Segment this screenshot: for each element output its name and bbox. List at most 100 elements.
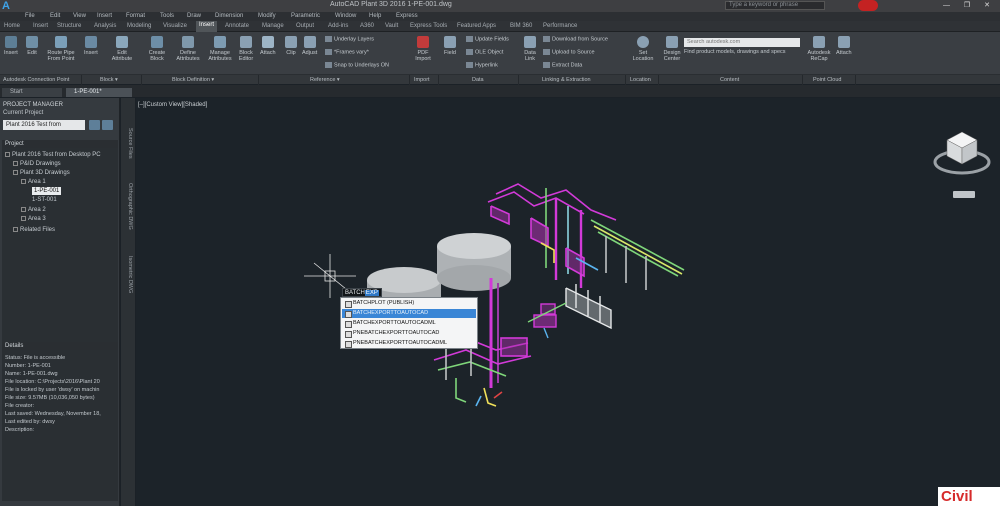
tab-performance[interactable]: Performance — [543, 23, 577, 29]
autocomplete-item[interactable]: PNEBATCHEXPORTTOAUTOCADML — [342, 339, 476, 348]
clip-button[interactable]: Clip — [285, 36, 297, 56]
menu-view[interactable]: View — [73, 13, 86, 19]
details-section-header[interactable]: Details — [2, 342, 118, 350]
model-viewport[interactable]: [–][Custom View][Shaded] — [136, 98, 1000, 506]
menu-window[interactable]: Window — [335, 13, 356, 19]
tree-item[interactable]: 1-ST-001 — [32, 196, 57, 204]
project-section-header[interactable]: Project — [2, 140, 118, 148]
app-logo-icon[interactable]: A — [2, 0, 16, 12]
tab-addins[interactable]: Add-ins — [328, 23, 348, 29]
field-button[interactable]: Field — [444, 36, 456, 56]
panel-label-reference[interactable]: Reference ▾ — [310, 77, 340, 83]
update-fields-button[interactable]: Update Fields — [466, 36, 509, 42]
menu-dimension[interactable]: Dimension — [215, 13, 243, 19]
menu-edit[interactable]: Edit — [50, 13, 60, 19]
panel-label-linking[interactable]: Linking & Extraction — [542, 77, 591, 83]
underlay-layers-button[interactable]: Underlay Layers — [325, 36, 374, 42]
help-search-input[interactable]: Type a keyword or phrase — [725, 1, 825, 10]
expand-icon[interactable] — [13, 160, 18, 166]
tab-bim360[interactable]: BIM 360 — [510, 23, 532, 29]
tab-vault[interactable]: Vault — [385, 23, 398, 29]
pdf-import-button[interactable]: PDF Import — [413, 36, 433, 62]
doc-tab-1-pe-001[interactable]: 1-PE-001* — [66, 88, 132, 97]
upload-source-button[interactable]: Upload to Source — [543, 49, 595, 55]
menu-format[interactable]: Format — [126, 13, 145, 19]
vtab-orthographic[interactable]: Orthographic DWG — [123, 183, 133, 230]
define-attributes-button[interactable]: Define Attributes — [173, 36, 203, 62]
menu-file[interactable]: File — [25, 13, 35, 19]
menu-insert[interactable]: Insert — [97, 13, 112, 19]
autocomplete-item-highlighted[interactable]: BATCHEXPORTTOAUTOCAD — [342, 309, 476, 318]
content-search-input[interactable]: Search autodesk.com — [684, 38, 800, 47]
frames-vary-dropdown[interactable]: *Frames vary* — [325, 49, 369, 55]
tab-output[interactable]: Output — [296, 23, 314, 29]
tab-insert-1[interactable]: Insert — [33, 23, 48, 29]
manage-attributes-button[interactable]: Manage Attributes — [205, 36, 235, 62]
tree-item-selected[interactable]: 1-PE-001 — [32, 187, 62, 195]
download-source-button[interactable]: Download from Source — [543, 36, 608, 42]
edit-connection-button[interactable]: Edit — [26, 36, 38, 56]
tab-featured-apps[interactable]: Featured Apps — [457, 23, 496, 29]
tab-visualize[interactable]: Visualize — [163, 23, 187, 29]
extract-data-button[interactable]: Extract Data — [543, 62, 582, 68]
window-controls[interactable]: — ❐ ✕ — [943, 1, 996, 9]
menu-parametric[interactable]: Parametric — [291, 13, 320, 19]
expand-icon[interactable] — [21, 178, 26, 184]
autocomplete-item[interactable]: BATCHPLOT (PUBLISH) — [342, 299, 476, 308]
command-input[interactable]: BATCHEXP — [342, 288, 382, 297]
route-pipe-button[interactable]: Route Pipe From Point — [44, 36, 78, 62]
adjust-button[interactable]: Adjust — [302, 36, 317, 56]
vtab-isometric[interactable]: Isometric DWG — [123, 256, 133, 293]
tree-item[interactable]: Plant 2016 Test from Desktop PC — [5, 151, 101, 159]
expand-icon[interactable] — [13, 226, 18, 232]
panel-label-block-definition[interactable]: Block Definition ▾ — [172, 77, 214, 83]
tab-structure[interactable]: Structure — [57, 23, 81, 29]
record-indicator-icon[interactable] — [858, 0, 878, 11]
set-location-button[interactable]: Set Location — [632, 36, 654, 62]
expand-icon[interactable] — [21, 206, 26, 212]
panel-label-import[interactable]: Import — [414, 77, 430, 83]
create-block-button[interactable]: Create Block — [146, 36, 168, 62]
tab-home[interactable]: Home — [4, 23, 20, 29]
expand-icon[interactable] — [13, 169, 18, 175]
tree-item[interactable]: Area 3 — [21, 215, 46, 223]
project-setup-icon[interactable] — [89, 120, 100, 130]
current-project-select[interactable]: Plant 2016 Test from — [3, 120, 85, 130]
panel-label-connection[interactable]: Autodesk Connection Point — [3, 77, 69, 83]
menu-help[interactable]: Help — [369, 13, 381, 19]
tree-item[interactable]: Area 1 — [21, 178, 46, 186]
tab-annotate[interactable]: Annotate — [225, 23, 249, 29]
design-center-button[interactable]: Design Center — [660, 36, 684, 62]
attach-button[interactable]: Attach — [260, 36, 276, 56]
doc-tab-start[interactable]: Start — [2, 88, 62, 97]
autodesk-recap-button[interactable]: Autodesk ReCap — [805, 36, 833, 62]
insert-block-button[interactable]: Insert — [84, 36, 98, 56]
expand-icon[interactable] — [21, 215, 26, 221]
panel-label-content[interactable]: Content — [720, 77, 739, 83]
viewcube-icon[interactable] — [931, 124, 993, 180]
attach-pointcloud-button[interactable]: Attach — [836, 36, 852, 56]
panel-label-block[interactable]: Block ▾ — [100, 77, 118, 83]
vtab-source-files[interactable]: Source Files — [123, 128, 133, 159]
insert-connection-button[interactable]: Insert — [4, 36, 18, 56]
panel-label-location[interactable]: Location — [630, 77, 651, 83]
snap-underlays-button[interactable]: Snap to Underlays ON — [325, 62, 389, 68]
panel-label-point-cloud[interactable]: Point Cloud — [813, 77, 841, 83]
tab-modeling[interactable]: Modeling — [127, 23, 151, 29]
tab-express-tools[interactable]: Express Tools — [410, 23, 447, 29]
tree-item[interactable]: Related Files — [13, 226, 55, 234]
tree-item[interactable]: Plant 3D Drawings — [13, 169, 70, 177]
data-link-button[interactable]: Data Link — [522, 36, 538, 62]
project-refresh-icon[interactable] — [102, 120, 113, 130]
tab-a360[interactable]: A360 — [360, 23, 374, 29]
menu-modify[interactable]: Modify — [258, 13, 276, 19]
menu-express[interactable]: Express — [396, 13, 418, 19]
expand-icon[interactable] — [5, 151, 10, 157]
tree-item[interactable]: Area 2 — [21, 206, 46, 214]
autocomplete-item[interactable]: BATCHEXPORTTOAUTOCADML — [342, 319, 476, 328]
tab-insert[interactable]: Insert — [196, 21, 218, 32]
ole-object-button[interactable]: OLE Object — [466, 49, 503, 55]
wcs-menu-button[interactable] — [953, 191, 975, 198]
tab-analysis[interactable]: Analysis — [94, 23, 116, 29]
block-editor-button[interactable]: Block Editor — [236, 36, 256, 62]
